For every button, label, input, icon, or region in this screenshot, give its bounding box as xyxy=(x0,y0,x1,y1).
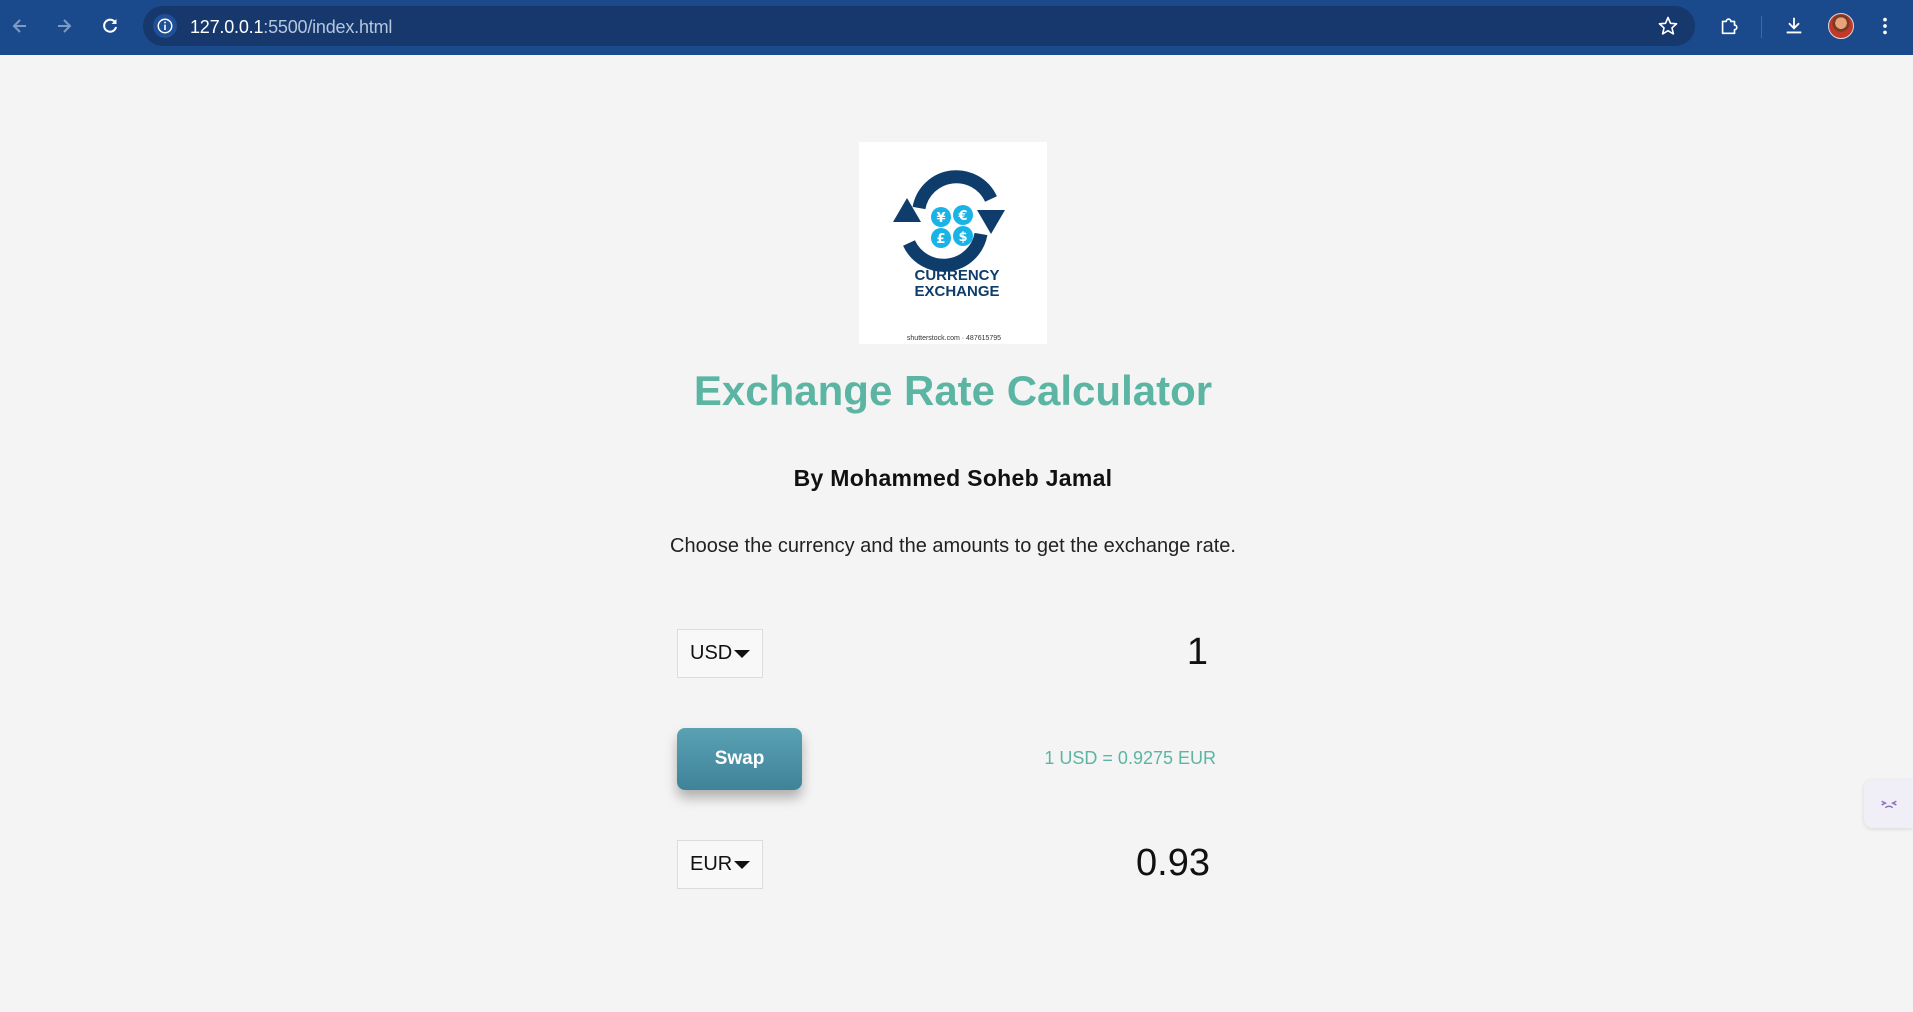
svg-text:shutterstock.com · 487615795: shutterstock.com · 487615795 xyxy=(907,335,1001,342)
exchange-rate-text: 1 USD = 0.9275 EUR xyxy=(1044,748,1216,768)
from-currency-value: USD xyxy=(690,642,733,664)
avatar[interactable] xyxy=(1828,13,1854,39)
svg-text:¥: ¥ xyxy=(936,211,945,226)
browser-toolbar: 127.0.0.1:5500/index.html xyxy=(0,0,1913,55)
arrow-left-icon xyxy=(12,19,26,33)
from-amount-input[interactable]: 1 xyxy=(1187,631,1208,674)
author-byline: By Mohammed Soheb Jamal xyxy=(793,465,1113,491)
address-bar[interactable]: 127.0.0.1:5500/index.html xyxy=(143,6,1695,46)
svg-text:EXCHANGE: EXCHANGE xyxy=(914,283,999,300)
currency-exchange-logo: ¥ € £ $ CURRENCY EXCHANGE shutterstock.c… xyxy=(859,142,1047,344)
side-panel-icon xyxy=(1880,800,1897,809)
from-currency-select[interactable]: USD xyxy=(677,629,763,678)
url-text: 127.0.0.1:5500/index.html xyxy=(190,17,392,38)
currency-exchange-logo-image: ¥ € £ $ CURRENCY EXCHANGE shutterstock.c… xyxy=(893,170,1005,342)
to-currency-value: EUR xyxy=(690,853,733,875)
svg-text:CURRENCY: CURRENCY xyxy=(914,267,999,284)
toolbar-divider xyxy=(1761,16,1762,38)
back-button[interactable] xyxy=(6,12,34,40)
info-icon[interactable] xyxy=(153,14,177,38)
to-currency-select[interactable]: EUR xyxy=(677,840,763,889)
kebab-menu-icon[interactable] xyxy=(1872,13,1898,39)
page-title: Exchange Rate Calculator xyxy=(693,367,1213,414)
to-amount-input[interactable]: 0.93 xyxy=(1136,842,1210,885)
url-host: 127.0.0.1 xyxy=(190,17,264,37)
arrow-right-icon xyxy=(58,19,72,33)
side-panel-toggle[interactable] xyxy=(1864,780,1913,828)
download-icon[interactable] xyxy=(1781,13,1807,39)
swap-button[interactable]: Swap xyxy=(677,728,802,790)
reload-button[interactable] xyxy=(96,12,124,40)
instructions-text: Choose the currency and the amounts to g… xyxy=(670,535,1236,557)
puzzle-icon[interactable] xyxy=(1716,13,1742,39)
chevron-down-icon xyxy=(734,649,751,658)
svg-text:£: £ xyxy=(936,232,945,247)
page-content: ¥ € £ $ CURRENCY EXCHANGE shutterstock.c… xyxy=(0,55,1913,1012)
forward-button[interactable] xyxy=(50,12,78,40)
chevron-down-icon xyxy=(734,860,751,869)
reload-icon xyxy=(103,18,117,33)
svg-text:€: € xyxy=(957,209,967,224)
url-path: :5500/index.html xyxy=(263,17,393,37)
svg-text:$: $ xyxy=(958,230,967,245)
star-icon[interactable] xyxy=(1657,15,1679,37)
